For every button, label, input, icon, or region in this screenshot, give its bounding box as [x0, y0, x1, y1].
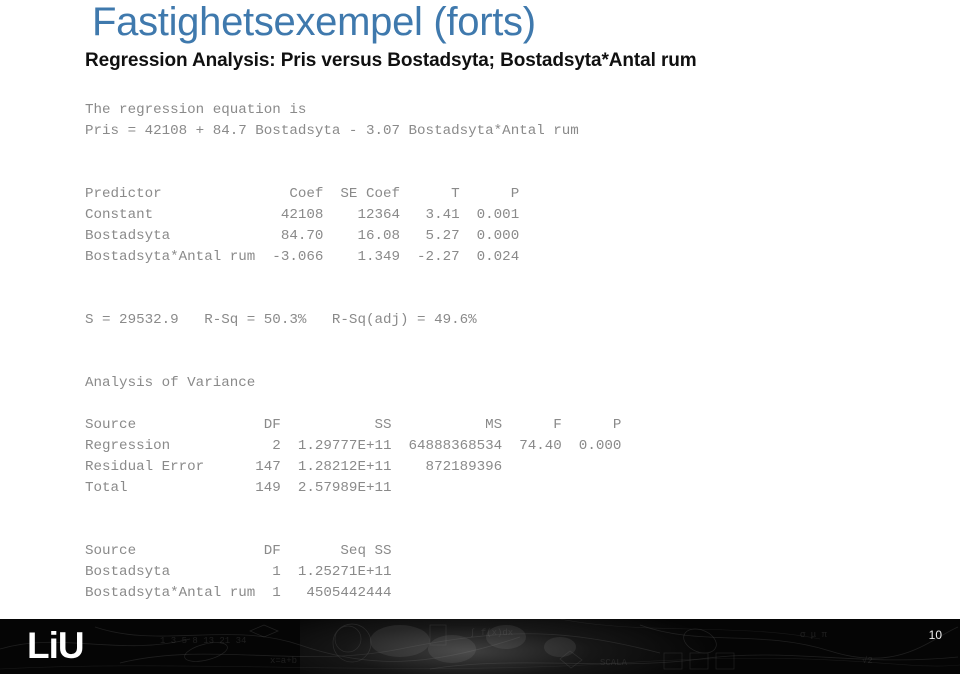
slide-canvas: Fastighetsexempel (forts) Regression Ana… — [0, 0, 960, 674]
svg-text:1 3 5 8 13 21 34: 1 3 5 8 13 21 34 — [160, 636, 246, 646]
regression-output-text: The regression equation is Pris = 42108 … — [85, 102, 622, 601]
slide-page-number: 10 — [928, 628, 942, 642]
svg-text:√2: √2 — [862, 655, 873, 666]
footer-bar: 1 3 5 8 13 21 34 x=a+b ∫ f(x)dx SCALA σ … — [0, 619, 960, 674]
svg-text:σ μ π: σ μ π — [800, 630, 828, 640]
svg-text:x=a+b: x=a+b — [270, 656, 297, 666]
page-subtitle: Regression Analysis: Pris versus Bostads… — [85, 50, 697, 71]
liu-logo: LiU — [27, 625, 85, 666]
chalkboard-texture-icon: 1 3 5 8 13 21 34 x=a+b ∫ f(x)dx SCALA σ … — [0, 619, 960, 674]
page-title: Fastighetsexempel (forts) — [92, 0, 536, 44]
